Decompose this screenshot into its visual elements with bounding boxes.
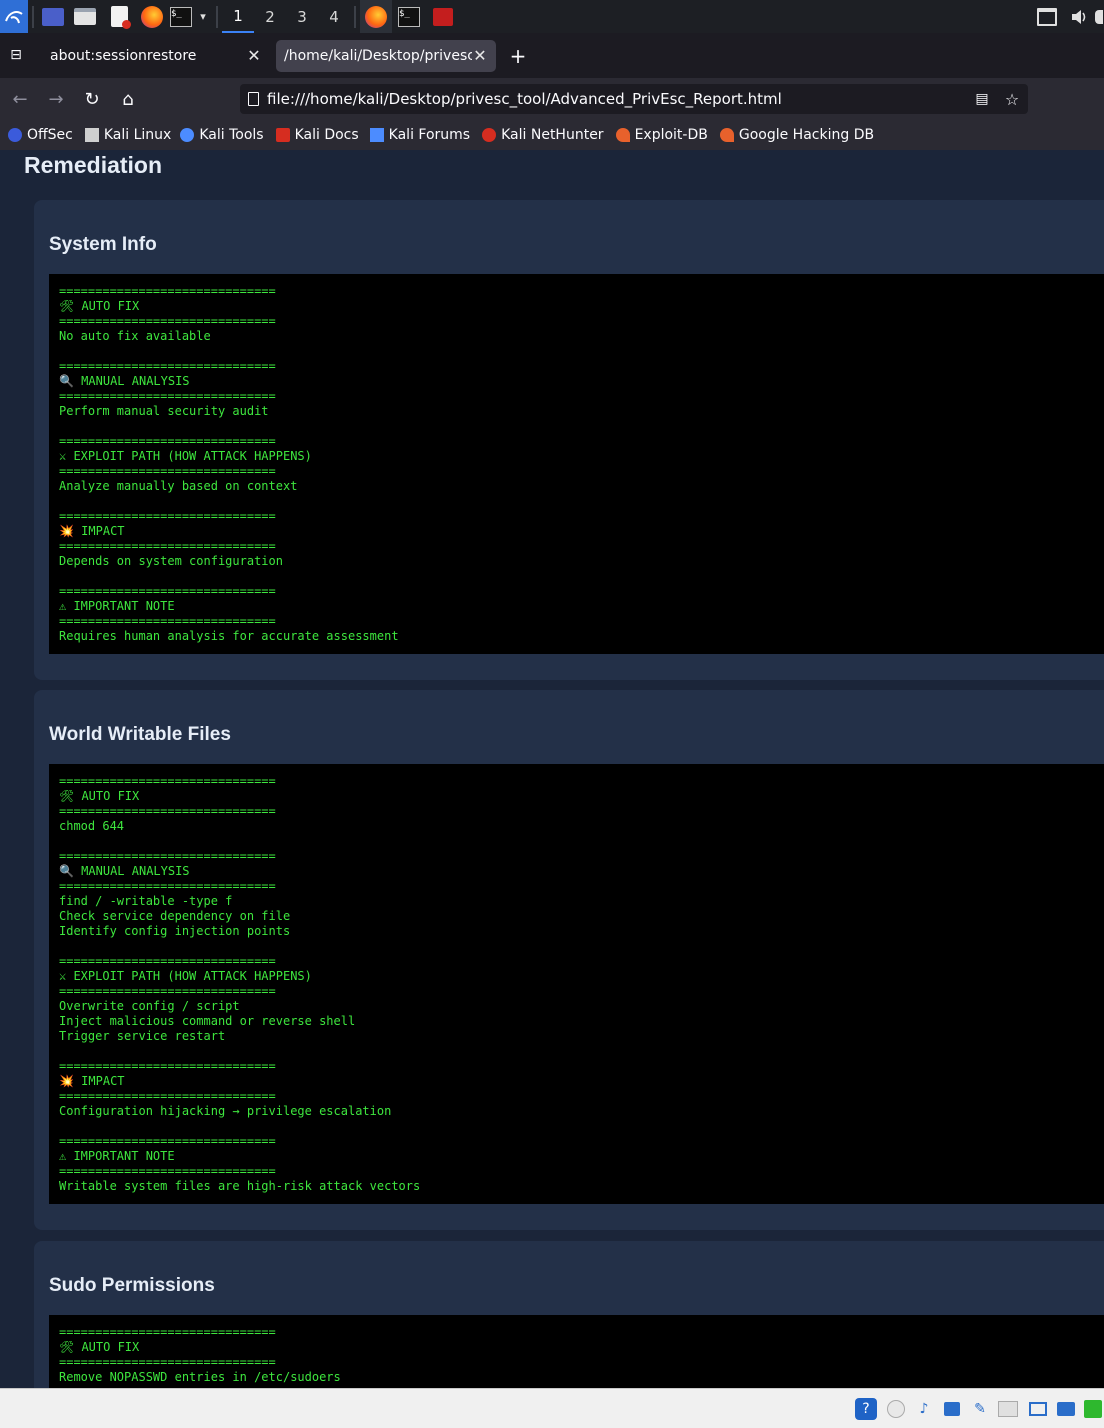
remediation-text: ============================== 🛠 AUTO FI… xyxy=(59,1325,341,1384)
tab-report[interactable]: /home/kali/Desktop/privesc_ ✕ xyxy=(276,39,496,72)
system-taskbar: $_ ▾ 1 2 3 4 $_ xyxy=(0,0,1104,33)
shared-folders-icon[interactable] xyxy=(997,1398,1019,1420)
display-icon[interactable] xyxy=(1030,0,1064,33)
bookmark-exploit-db[interactable]: Exploit-DB xyxy=(615,127,708,143)
show-desktop-icon[interactable] xyxy=(38,0,68,33)
browser-tab-bar: ⊟ about:sessionrestore ✕ /home/kali/Desk… xyxy=(0,33,1104,78)
mouse-integration-icon[interactable] xyxy=(1082,1398,1104,1420)
bookmark-kali-tools[interactable]: Kali Tools xyxy=(180,127,264,143)
bookmark-star-icon[interactable]: ☆ xyxy=(996,90,1028,109)
exploit-db-icon xyxy=(615,128,630,142)
section-title: World Writable Files xyxy=(49,724,231,745)
display-settings-icon[interactable] xyxy=(1027,1398,1049,1420)
home-icon[interactable]: ⌂ xyxy=(110,83,146,115)
close-icon[interactable]: ✕ xyxy=(472,46,488,65)
section-title: Sudo Permissions xyxy=(49,1275,215,1296)
workspace-1[interactable]: 1 xyxy=(222,0,254,33)
kali-menu-icon[interactable] xyxy=(0,0,28,33)
page-title: Remediation xyxy=(24,152,163,178)
workspace-3[interactable]: 3 xyxy=(286,0,318,33)
remediation-text: ============================== 🛠 AUTO FI… xyxy=(59,774,421,1193)
section-card-system-info: System Info ============================… xyxy=(34,200,1104,680)
section-card-sudo-permissions: Sudo Permissions =======================… xyxy=(34,1241,1104,1388)
navigation-toolbar: ← → ↻ ⌂ file:///home/kali/Desktop/prives… xyxy=(0,78,1104,120)
recording-icon[interactable] xyxy=(1055,1398,1077,1420)
text-editor-icon[interactable] xyxy=(102,0,136,33)
volume-icon[interactable] xyxy=(1064,0,1094,33)
usb-icon[interactable]: ✎ xyxy=(969,1398,991,1420)
terminal-launcher-icon[interactable]: $_ xyxy=(168,0,194,33)
optical-drive-icon[interactable] xyxy=(885,1398,907,1420)
firefox-window-icon[interactable] xyxy=(360,0,392,33)
remediation-output: ============================== 🛠 AUTO FI… xyxy=(49,274,1104,654)
address-bar[interactable]: file:///home/kali/Desktop/privesc_tool/A… xyxy=(240,84,1028,114)
workspace-2[interactable]: 2 xyxy=(254,0,286,33)
new-tab-icon[interactable]: + xyxy=(496,40,540,72)
tab-session-restore[interactable]: about:sessionrestore ✕ xyxy=(42,40,270,72)
chevron-down-icon[interactable]: ▾ xyxy=(194,0,212,33)
bookmark-offsec[interactable]: OffSec xyxy=(8,127,73,143)
tab-title: /home/kali/Desktop/privesc_ xyxy=(284,47,472,64)
url-text: file:///home/kali/Desktop/privesc_tool/A… xyxy=(267,90,782,108)
ipv6-tool-icon[interactable] xyxy=(426,0,460,33)
bookmark-kali-docs[interactable]: Kali Docs xyxy=(275,127,359,143)
report-page: Remediation System Info ================… xyxy=(0,150,1104,1388)
kali-tools-icon xyxy=(180,128,195,142)
reader-view-icon[interactable]: ▤ xyxy=(968,91,996,107)
bookmark-kali-nethunter[interactable]: Kali NetHunter xyxy=(482,127,604,143)
section-card-world-writable-files: World Writable Files ===================… xyxy=(34,690,1104,1230)
kali-forums-icon xyxy=(369,128,384,142)
bookmarks-toolbar: OffSec Kali Linux Kali Tools Kali Docs K… xyxy=(0,120,1104,150)
bookmark-kali-linux[interactable]: Kali Linux xyxy=(84,127,171,143)
audio-icon[interactable]: ♪ xyxy=(913,1398,935,1420)
tab-title: about:sessionrestore xyxy=(50,47,197,64)
kali-docs-icon xyxy=(275,128,290,142)
page-file-icon xyxy=(248,92,259,106)
remediation-output: ============================== 🛠 AUTO FI… xyxy=(49,1315,1104,1388)
nethunter-icon xyxy=(482,128,497,142)
ghdb-icon xyxy=(719,128,734,142)
remediation-output: ============================== 🛠 AUTO FI… xyxy=(49,764,1104,1204)
offsec-icon xyxy=(8,128,22,142)
section-title: System Info xyxy=(49,234,157,255)
workspace-4[interactable]: 4 xyxy=(318,0,350,33)
remediation-text: ============================== 🛠 AUTO FI… xyxy=(59,284,399,643)
forward-arrow-icon[interactable]: → xyxy=(38,83,74,115)
bookmark-kali-forums[interactable]: Kali Forums xyxy=(369,127,470,143)
kali-dragon-icon xyxy=(84,128,99,142)
terminal-window-icon[interactable]: $_ xyxy=(392,0,426,33)
reload-icon[interactable]: ↻ xyxy=(74,83,110,115)
bookmark-google-hacking-db[interactable]: Google Hacking DB xyxy=(719,127,874,143)
power-icon[interactable] xyxy=(1094,0,1104,33)
host-key-icon[interactable]: ? xyxy=(855,1398,877,1420)
list-all-tabs-icon[interactable]: ⊟ xyxy=(0,39,32,71)
close-icon[interactable]: ✕ xyxy=(246,46,262,65)
vm-status-bar: ? ♪ ✎ xyxy=(0,1388,1104,1428)
file-manager-icon[interactable] xyxy=(68,0,102,33)
firefox-launcher-icon[interactable] xyxy=(136,0,168,33)
network-icon[interactable] xyxy=(941,1398,963,1420)
back-arrow-icon[interactable]: ← xyxy=(2,83,38,115)
